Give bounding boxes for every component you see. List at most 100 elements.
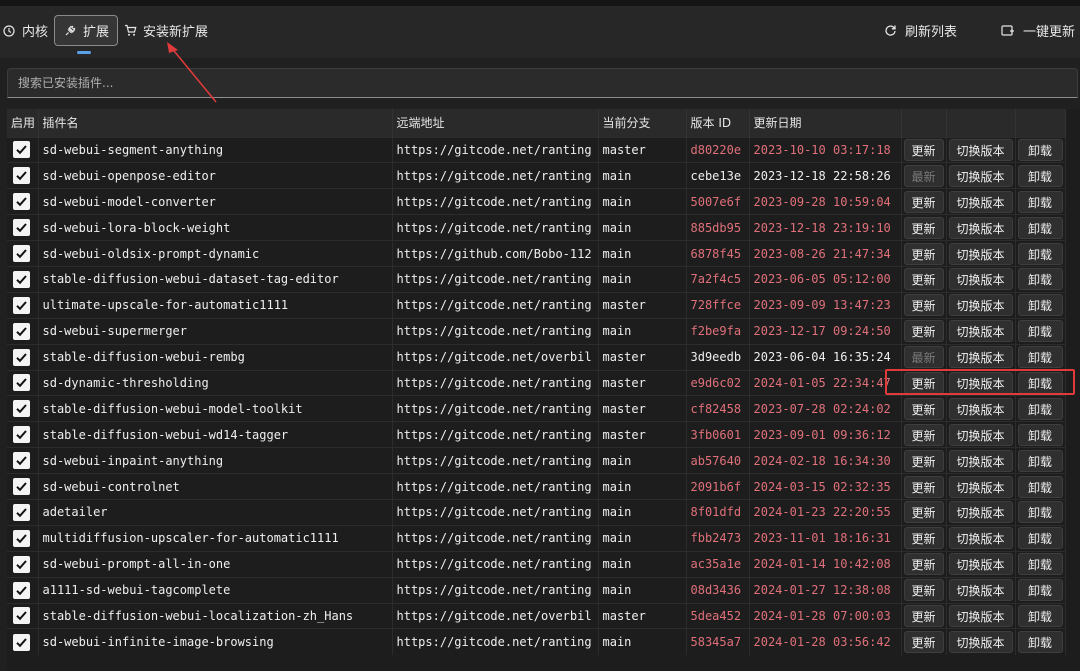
enabled-checkbox[interactable] — [13, 245, 30, 262]
update-button[interactable]: 更新 — [903, 268, 944, 291]
switch-version-button[interactable]: 切换版本 — [948, 371, 1013, 394]
update-button[interactable]: 最新 — [903, 346, 944, 369]
update-button[interactable]: 最新 — [903, 164, 944, 187]
uninstall-button[interactable]: 卸载 — [1017, 138, 1063, 161]
uninstall-button[interactable]: 卸载 — [1017, 346, 1063, 369]
update-all-button[interactable]: 一键更新 — [1001, 15, 1075, 46]
update-button[interactable]: 更新 — [903, 501, 944, 524]
refresh-list-button[interactable]: 刷新列表 — [883, 15, 957, 46]
switch-cell: 切换版本 — [946, 188, 1016, 215]
search-input[interactable] — [7, 68, 1078, 98]
update-button[interactable]: 更新 — [903, 475, 944, 498]
uninstall-button[interactable]: 卸载 — [1017, 579, 1063, 602]
enabled-checkbox[interactable] — [13, 426, 30, 444]
update-button[interactable]: 更新 — [903, 242, 944, 265]
switch-version-button[interactable]: 切换版本 — [948, 501, 1013, 524]
switch-version-button[interactable]: 切换版本 — [948, 397, 1013, 420]
switch-version-button[interactable]: 切换版本 — [948, 268, 1013, 291]
switch-cell: 切换版本 — [946, 369, 1016, 396]
uninstall-cell: 卸载 — [1015, 343, 1066, 371]
uninstall-button[interactable]: 卸载 — [1017, 553, 1063, 576]
update-button[interactable]: 更新 — [903, 553, 944, 576]
switch-version-button[interactable]: 切换版本 — [948, 423, 1013, 446]
enabled-checkbox[interactable] — [13, 452, 30, 470]
switch-version-button[interactable]: 切换版本 — [948, 604, 1013, 627]
switch-version-button[interactable]: 切换版本 — [948, 449, 1013, 472]
enabled-checkbox[interactable] — [13, 633, 30, 651]
switch-version-button[interactable]: 切换版本 — [948, 475, 1013, 498]
table-row: stable-diffusion-webui-rembg https://gitc… — [7, 343, 1066, 371]
tab-install-new[interactable]: 安装新扩展 — [123, 15, 208, 46]
version-id: 3d9eedb — [686, 343, 750, 371]
enabled-checkbox[interactable] — [13, 296, 30, 314]
version-id: 728ffce — [686, 291, 750, 319]
uninstall-button[interactable]: 卸载 — [1017, 242, 1063, 265]
enabled-checkbox[interactable] — [13, 374, 30, 392]
tab-extensions[interactable]: 扩展 — [54, 15, 119, 46]
uninstall-button[interactable]: 卸载 — [1017, 320, 1063, 343]
switch-version-button[interactable]: 切换版本 — [948, 164, 1013, 187]
enabled-checkbox[interactable] — [13, 193, 30, 211]
update-button[interactable]: 更新 — [903, 527, 944, 550]
update-button[interactable]: 更新 — [903, 190, 944, 213]
update-button[interactable]: 更新 — [903, 294, 944, 317]
uninstall-button[interactable]: 卸载 — [1017, 397, 1063, 420]
enabled-checkbox[interactable] — [13, 167, 30, 185]
uninstall-button[interactable]: 卸载 — [1017, 423, 1063, 446]
uninstall-button[interactable]: 卸载 — [1017, 371, 1063, 394]
enabled-checkbox[interactable] — [13, 322, 30, 340]
enabled-checkbox[interactable] — [13, 581, 30, 599]
enabled-checkbox[interactable] — [13, 503, 30, 521]
enabled-checkbox[interactable] — [13, 348, 30, 366]
enabled-checkbox[interactable] — [13, 478, 30, 496]
remote-url: https://gitcode.net/ranting — [392, 628, 599, 655]
update-button[interactable]: 更新 — [903, 320, 944, 343]
switch-version-button[interactable]: 切换版本 — [948, 138, 1013, 161]
update-button[interactable]: 更新 — [903, 138, 944, 161]
switch-version-button[interactable]: 切换版本 — [948, 631, 1013, 654]
branch: master — [598, 369, 687, 396]
switch-version-button[interactable]: 切换版本 — [948, 216, 1013, 239]
enabled-checkbox[interactable] — [13, 400, 30, 418]
update-date: 2023-12-18 22:58:26 — [749, 162, 902, 189]
uninstall-button[interactable]: 卸载 — [1017, 501, 1063, 524]
enabled-checkbox[interactable] — [13, 529, 30, 547]
uninstall-button[interactable]: 卸载 — [1017, 449, 1063, 472]
uninstall-button[interactable]: 卸载 — [1017, 268, 1063, 291]
uninstall-button[interactable]: 卸载 — [1017, 604, 1063, 627]
switch-version-button[interactable]: 切换版本 — [948, 527, 1013, 550]
uninstall-button[interactable]: 卸载 — [1017, 164, 1063, 187]
branch: main — [598, 498, 687, 526]
plugin-name: ultimate-upscale-for-automatic1111 — [38, 291, 393, 319]
switch-version-button[interactable]: 切换版本 — [948, 579, 1013, 602]
plugin-name: stable-diffusion-webui-wd14-tagger — [38, 421, 393, 448]
enabled-checkbox[interactable] — [13, 555, 30, 573]
switch-version-button[interactable]: 切换版本 — [948, 553, 1013, 576]
switch-version-button[interactable]: 切换版本 — [948, 190, 1013, 213]
uninstall-button[interactable]: 卸载 — [1017, 475, 1063, 498]
update-button[interactable]: 更新 — [903, 449, 944, 472]
switch-version-button[interactable]: 切换版本 — [948, 294, 1013, 317]
switch-version-button[interactable]: 切换版本 — [948, 320, 1013, 343]
update-cell: 更新 — [901, 524, 947, 552]
enabled-checkbox[interactable] — [13, 270, 30, 288]
tab-kernel[interactable]: 内核 — [2, 15, 48, 46]
switch-version-button[interactable]: 切换版本 — [948, 242, 1013, 265]
update-button[interactable]: 更新 — [903, 371, 944, 394]
uninstall-button[interactable]: 卸载 — [1017, 631, 1063, 654]
update-button[interactable]: 更新 — [903, 631, 944, 654]
enabled-checkbox[interactable] — [13, 219, 30, 237]
uninstall-button[interactable]: 卸载 — [1017, 294, 1063, 317]
uninstall-button[interactable]: 卸载 — [1017, 216, 1063, 239]
update-button[interactable]: 更新 — [903, 397, 944, 420]
update-button[interactable]: 更新 — [903, 423, 944, 446]
update-button[interactable]: 更新 — [903, 216, 944, 239]
enabled-checkbox[interactable] — [13, 607, 30, 625]
update-button[interactable]: 更新 — [903, 579, 944, 602]
uninstall-button[interactable]: 卸载 — [1017, 527, 1063, 550]
update-button[interactable]: 更新 — [903, 604, 944, 627]
branch: master — [598, 291, 687, 319]
switch-version-button[interactable]: 切换版本 — [948, 346, 1013, 369]
enabled-checkbox[interactable] — [13, 141, 30, 159]
uninstall-button[interactable]: 卸载 — [1017, 190, 1063, 213]
